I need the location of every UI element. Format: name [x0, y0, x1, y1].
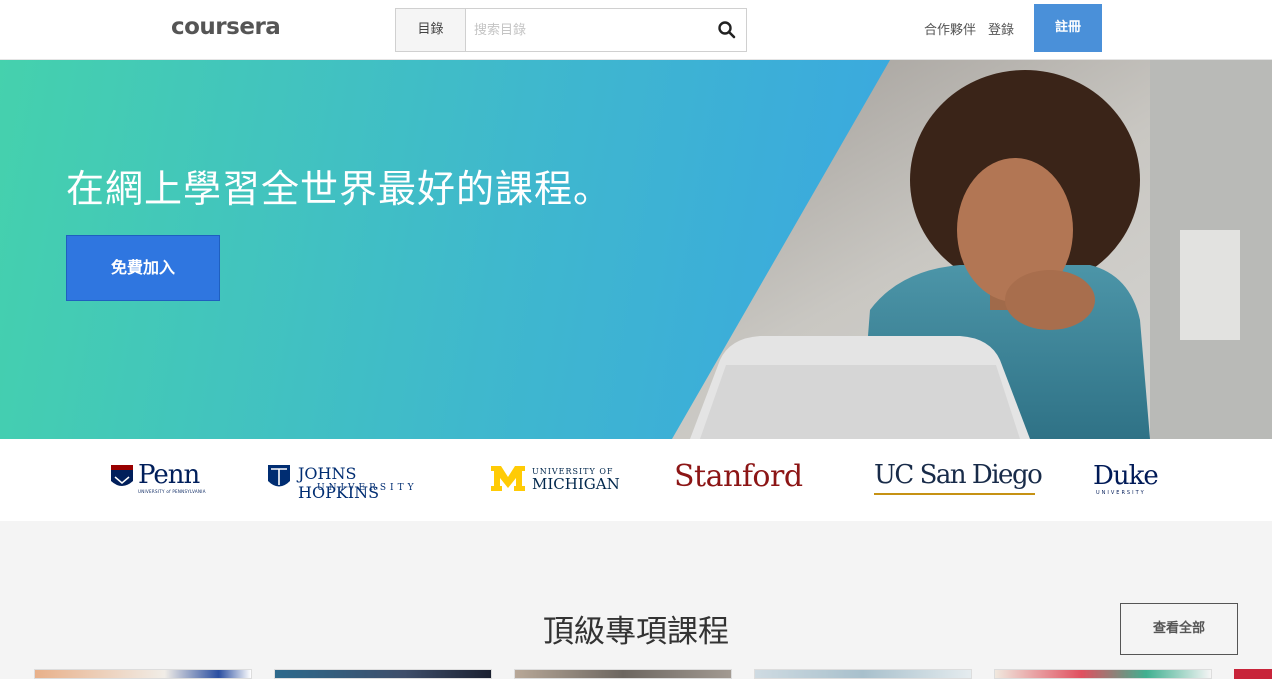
ucsd-wordmark: UC San Diego — [874, 460, 1043, 490]
view-all-button[interactable]: 查看全部 — [1120, 603, 1238, 655]
ucsd-logo[interactable]: UC San Diego — [874, 439, 1044, 521]
course-card[interactable] — [514, 669, 732, 679]
jhu-subtitle: UNIVERSITY — [317, 483, 418, 493]
penn-logo[interactable]: Penn UNIVERSITY of PENNSYLVANIA — [110, 439, 210, 521]
hero-banner: 在網上學習全世界最好的課程。 免費加入 — [0, 60, 1272, 439]
top-header: coursera 目錄 合作夥伴 登錄 註冊 — [0, 0, 1272, 60]
michigan-logo[interactable]: UNIVERSITY OF MICHIGAN — [490, 439, 620, 521]
course-card[interactable] — [994, 669, 1212, 679]
search-input[interactable] — [468, 9, 708, 51]
partners-link[interactable]: 合作夥伴 — [924, 19, 976, 38]
michigan-wordmark: MICHIGAN — [532, 475, 620, 493]
top-specializations-title: 頂級專項課程 — [543, 614, 729, 650]
hero-title: 在網上學習全世界最好的課程。 — [66, 167, 613, 211]
course-card[interactable] — [274, 669, 492, 679]
search-icon[interactable] — [714, 17, 740, 43]
join-free-button[interactable]: 免費加入 — [66, 235, 220, 301]
penn-wordmark: Penn — [138, 460, 200, 490]
login-link[interactable]: 登錄 — [988, 19, 1014, 38]
johns-hopkins-logo[interactable]: JOHNS HOPKINS UNIVERSITY — [267, 439, 432, 521]
stanford-wordmark: Stanford — [674, 459, 803, 494]
coursera-logo[interactable]: coursera — [171, 14, 281, 40]
stanford-logo[interactable]: Stanford — [674, 439, 824, 521]
duke-logo[interactable]: Duke UNIVERSITY — [1093, 439, 1173, 521]
michigan-block-m-icon — [491, 466, 525, 491]
course-card[interactable] — [1234, 669, 1272, 679]
course-card[interactable] — [34, 669, 252, 679]
penn-subtitle: UNIVERSITY of PENNSYLVANIA — [138, 489, 206, 494]
duke-wordmark: Duke — [1093, 461, 1159, 491]
ucsd-underline — [874, 493, 1035, 495]
partner-logos: Penn UNIVERSITY of PENNSYLVANIA JOHNS HO… — [0, 439, 1272, 521]
jhu-shield-icon — [268, 465, 290, 487]
catalog-button[interactable]: 目錄 — [396, 9, 466, 51]
signup-button[interactable]: 註冊 — [1034, 4, 1102, 52]
search-bar: 目錄 — [395, 8, 747, 52]
course-card[interactable] — [754, 669, 972, 679]
duke-subtitle: UNIVERSITY — [1096, 490, 1146, 496]
